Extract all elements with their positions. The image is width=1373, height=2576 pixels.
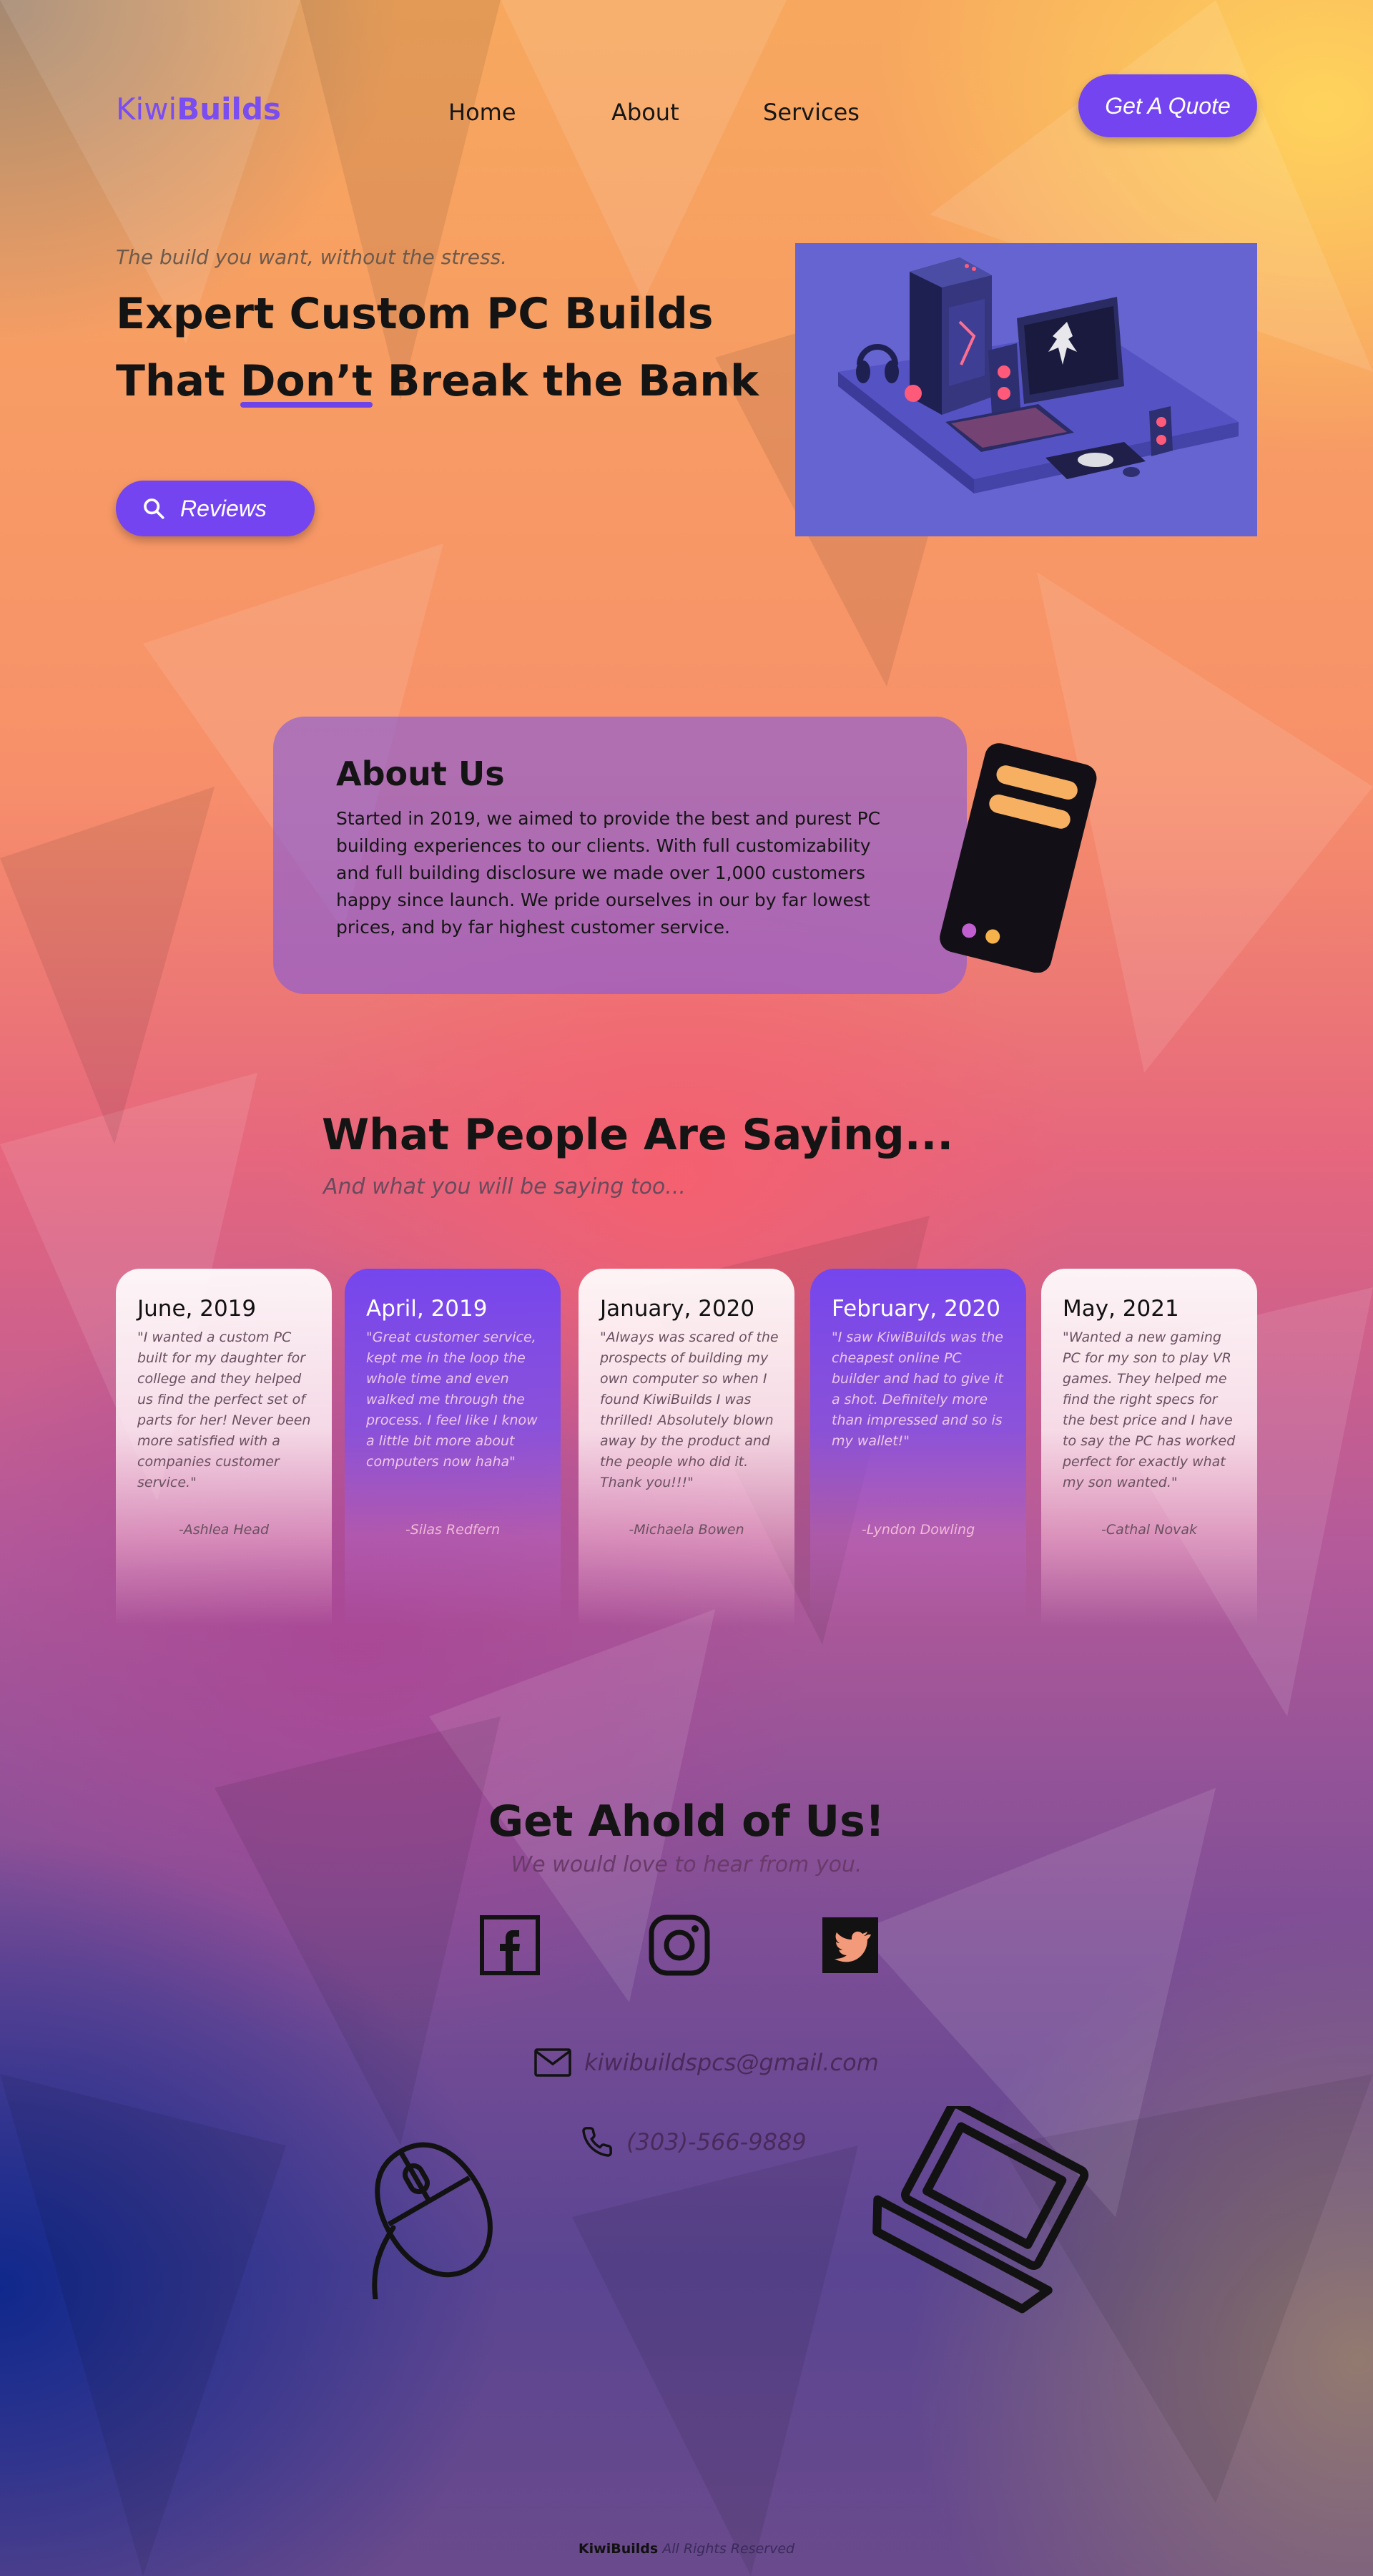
envelope-icon [534,2048,571,2077]
testimonial-quote: "I saw KiwiBuilds was the cheapest onlin… [832,1329,1003,1449]
gaming-setup-illustration [795,243,1257,536]
testimonial-author: -Lyndon Dowling [861,1522,975,1538]
contact-email-text: kiwibuildspcs@gmail.com [584,2049,879,2076]
testimonial-card: June, 2019 "I wanted a custom PC built f… [116,1269,332,1626]
testimonials-subtitle: And what you will be saying too... [323,1174,686,1199]
contact-title: Get Ahold of Us! [488,1796,885,1847]
testimonial-card: February, 2020 "I saw KiwiBuilds was the… [810,1269,1026,1626]
testimonial-quote: "Great customer service, kept me in the … [366,1329,538,1470]
testimonial-card: April, 2019 "Great customer service, kep… [345,1269,561,1626]
testimonial-author: -Ashlea Head [178,1522,270,1538]
about-text: Started in 2019, we aimed to provide the… [336,808,881,938]
phone-icon [582,2127,612,2157]
twitter-icon[interactable] [818,1913,882,1977]
logo[interactable]: KiwiBuilds [116,92,281,127]
testimonial-quote: "Always was scared of the prospects of b… [600,1329,779,1490]
testimonial-card: May, 2021 "Wanted a new gaming PC for my… [1041,1269,1257,1626]
facebook-icon[interactable] [478,1913,542,1977]
hero-title-underlined: Don’t [240,348,373,415]
testimonial-quote: "I wanted a custom PC built for my daugh… [137,1329,311,1490]
reviews-button[interactable]: Reviews [116,481,315,536]
testimonial-card: January, 2020 "Always was scared of the … [579,1269,794,1626]
testimonial-quote: "Wanted a new gaming PC for my son to pl… [1063,1329,1236,1490]
testimonial-date: June, 2019 [137,1296,257,1322]
testimonial-author: -Silas Redfern [405,1522,501,1538]
mouse-icon [372,2142,493,2299]
testimonial-date: May, 2021 [1063,1296,1179,1322]
testimonial-date: January, 2020 [600,1296,755,1322]
reviews-button-label: Reviews [180,495,267,521]
testimonial-author: -Michaela Bowen [629,1522,744,1538]
about-title: About Us [336,754,505,793]
search-icon [144,498,164,519]
instagram-icon[interactable] [647,1913,712,1977]
hero-title: Expert Custom PC Builds That Don’t Break… [116,280,759,415]
get-quote-button[interactable]: Get A Quote [1078,74,1257,137]
nav-services[interactable]: Services [763,99,860,126]
testimonials-title: What People Are Saying... [322,1110,954,1160]
testimonial-author: -Cathal Novak [1101,1522,1197,1538]
nav-home[interactable]: Home [448,99,516,126]
contact-phone[interactable]: (303)-566-9889 [581,2125,807,2158]
laptop-icon [872,2106,1089,2314]
contact-email[interactable]: kiwibuildspcs@gmail.com [534,2048,879,2077]
contact-subtitle: We would love to hear from you. [511,1852,862,1877]
footer: KiwiBuilds All Rights Reserved [578,2541,795,2557]
testimonial-date: April, 2019 [366,1296,488,1322]
hero-tagline: The build you want, without the stress. [116,245,508,269]
computer-tower-icon [940,743,1097,973]
contact-phone-text: (303)-566-9889 [626,2128,807,2155]
nav-about[interactable]: About [611,99,679,126]
testimonial-date: February, 2020 [832,1296,1000,1322]
